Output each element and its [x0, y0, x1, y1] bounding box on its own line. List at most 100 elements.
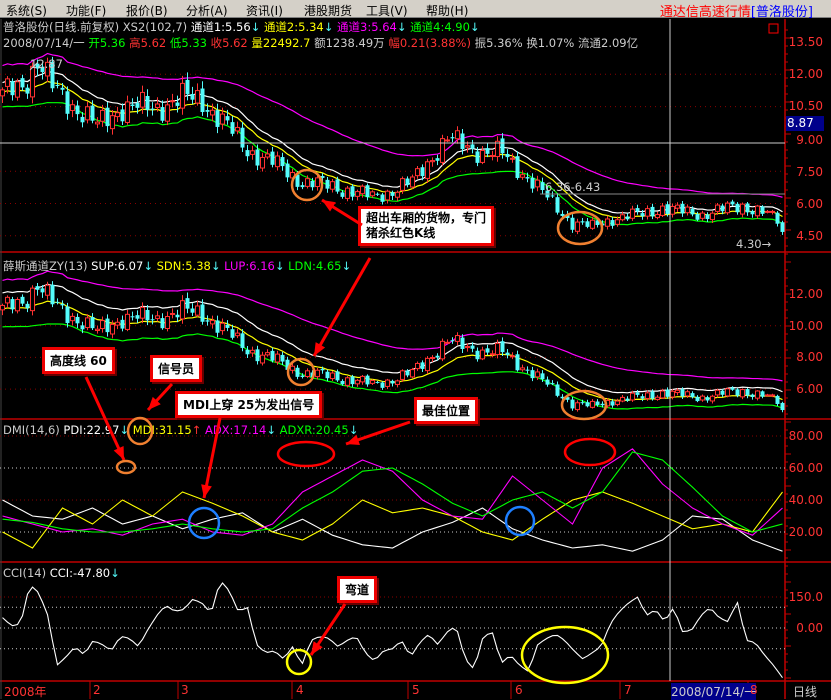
candle-up	[265, 352, 270, 356]
candle-up	[395, 380, 400, 385]
axis-label: 12.00	[788, 287, 823, 301]
candle-down	[420, 362, 425, 369]
candle-down	[525, 369, 530, 371]
candle-up	[155, 103, 160, 108]
candle-up	[330, 372, 335, 380]
candle-down	[225, 116, 230, 121]
candle-down	[340, 192, 345, 197]
candle-up	[180, 82, 185, 109]
candle-up	[670, 390, 675, 398]
candle-down	[545, 379, 550, 385]
candle-down	[775, 395, 780, 404]
date-label: 4	[296, 683, 304, 697]
candle-down	[270, 151, 275, 165]
candle-up	[180, 300, 185, 320]
indicator-name: CCI(14)	[3, 566, 47, 580]
low-price-value: 4.30	[736, 237, 762, 251]
candle-down	[350, 376, 355, 385]
cci-value: CCI:-47.80	[49, 566, 111, 580]
candle-down	[635, 392, 640, 395]
candle-down	[105, 318, 110, 333]
candle-down	[205, 320, 210, 322]
candle-down	[560, 396, 565, 399]
candle-up	[465, 346, 470, 349]
candle-down	[365, 375, 370, 385]
candle-up	[655, 214, 660, 219]
down-arrow-icon: ↓	[250, 20, 261, 34]
candle-down	[460, 337, 465, 350]
candle-down	[475, 151, 480, 163]
date-label: 3	[181, 683, 189, 697]
callout-text: 超出车厢的货物，专门	[366, 211, 487, 225]
candle-down	[130, 104, 135, 106]
candle-up	[70, 315, 75, 322]
candle-up	[125, 313, 130, 330]
candle-down	[760, 391, 765, 397]
candle-up	[305, 178, 310, 187]
candle-up	[5, 296, 10, 304]
candle-down	[90, 317, 95, 329]
candle-up	[615, 219, 620, 225]
candle-up	[455, 130, 460, 140]
candle-down	[225, 324, 230, 328]
candle-up	[345, 187, 350, 199]
candle-down	[515, 156, 520, 178]
candle-down	[55, 301, 60, 303]
axis-label: 7.50	[796, 165, 823, 179]
candle-down	[515, 354, 520, 371]
candle-down	[435, 158, 440, 161]
candle-up	[170, 100, 175, 103]
candle-down	[135, 315, 140, 319]
candle-down	[60, 87, 65, 90]
indicator-name: 薛斯通道ZY(13)	[3, 259, 88, 273]
candle-up	[490, 353, 495, 356]
candle-up	[265, 153, 270, 158]
candle-down	[450, 137, 455, 139]
candle-up	[605, 218, 610, 227]
candle-up	[360, 375, 365, 383]
axis-label: 4.50	[796, 229, 823, 243]
candle-down	[295, 367, 300, 377]
chart-canvas[interactable]	[0, 0, 831, 699]
candle-up	[630, 208, 635, 219]
candle-down	[190, 93, 195, 100]
channel4-value: 通道4:4.90	[410, 20, 470, 34]
candle-up	[700, 395, 705, 401]
candle-up	[140, 91, 145, 108]
candle-up	[710, 212, 715, 221]
candle-down	[135, 103, 140, 108]
down-arrow-icon: ↓	[119, 423, 130, 437]
candle-up	[400, 178, 405, 191]
candle-down	[705, 214, 710, 219]
candle-down	[570, 217, 575, 230]
candle-up	[615, 400, 620, 405]
down-arrow-icon: ↓	[274, 259, 285, 273]
candle-up	[290, 172, 295, 179]
candle-down	[705, 397, 710, 401]
channel3-value: 通道3:5.64	[337, 20, 397, 34]
candle-down	[640, 396, 645, 399]
candle-down	[610, 220, 615, 226]
period-label[interactable]: 日线	[793, 683, 817, 700]
down-arrow-icon: ↓	[341, 259, 352, 273]
candle-down	[450, 340, 455, 342]
candle-up	[715, 204, 720, 212]
candle-up	[0, 89, 5, 97]
channel1-value: 通道1:5.56	[190, 20, 251, 34]
candle-down	[255, 349, 260, 362]
candle-up	[85, 106, 90, 121]
candle-up	[415, 168, 420, 177]
candle-down	[20, 78, 25, 88]
candle-down	[245, 349, 250, 355]
candle-up	[655, 396, 660, 400]
candle-down	[350, 186, 355, 197]
candle-up	[675, 389, 680, 394]
candle-down	[230, 329, 235, 338]
candle-down	[25, 303, 30, 309]
cci-header: CCI(14) CCI:-47.80↓	[3, 566, 120, 580]
candle-down	[300, 185, 305, 188]
candle-down	[735, 203, 740, 213]
candle-down	[625, 398, 630, 401]
candle-up	[480, 150, 485, 163]
candle-down	[540, 373, 545, 380]
